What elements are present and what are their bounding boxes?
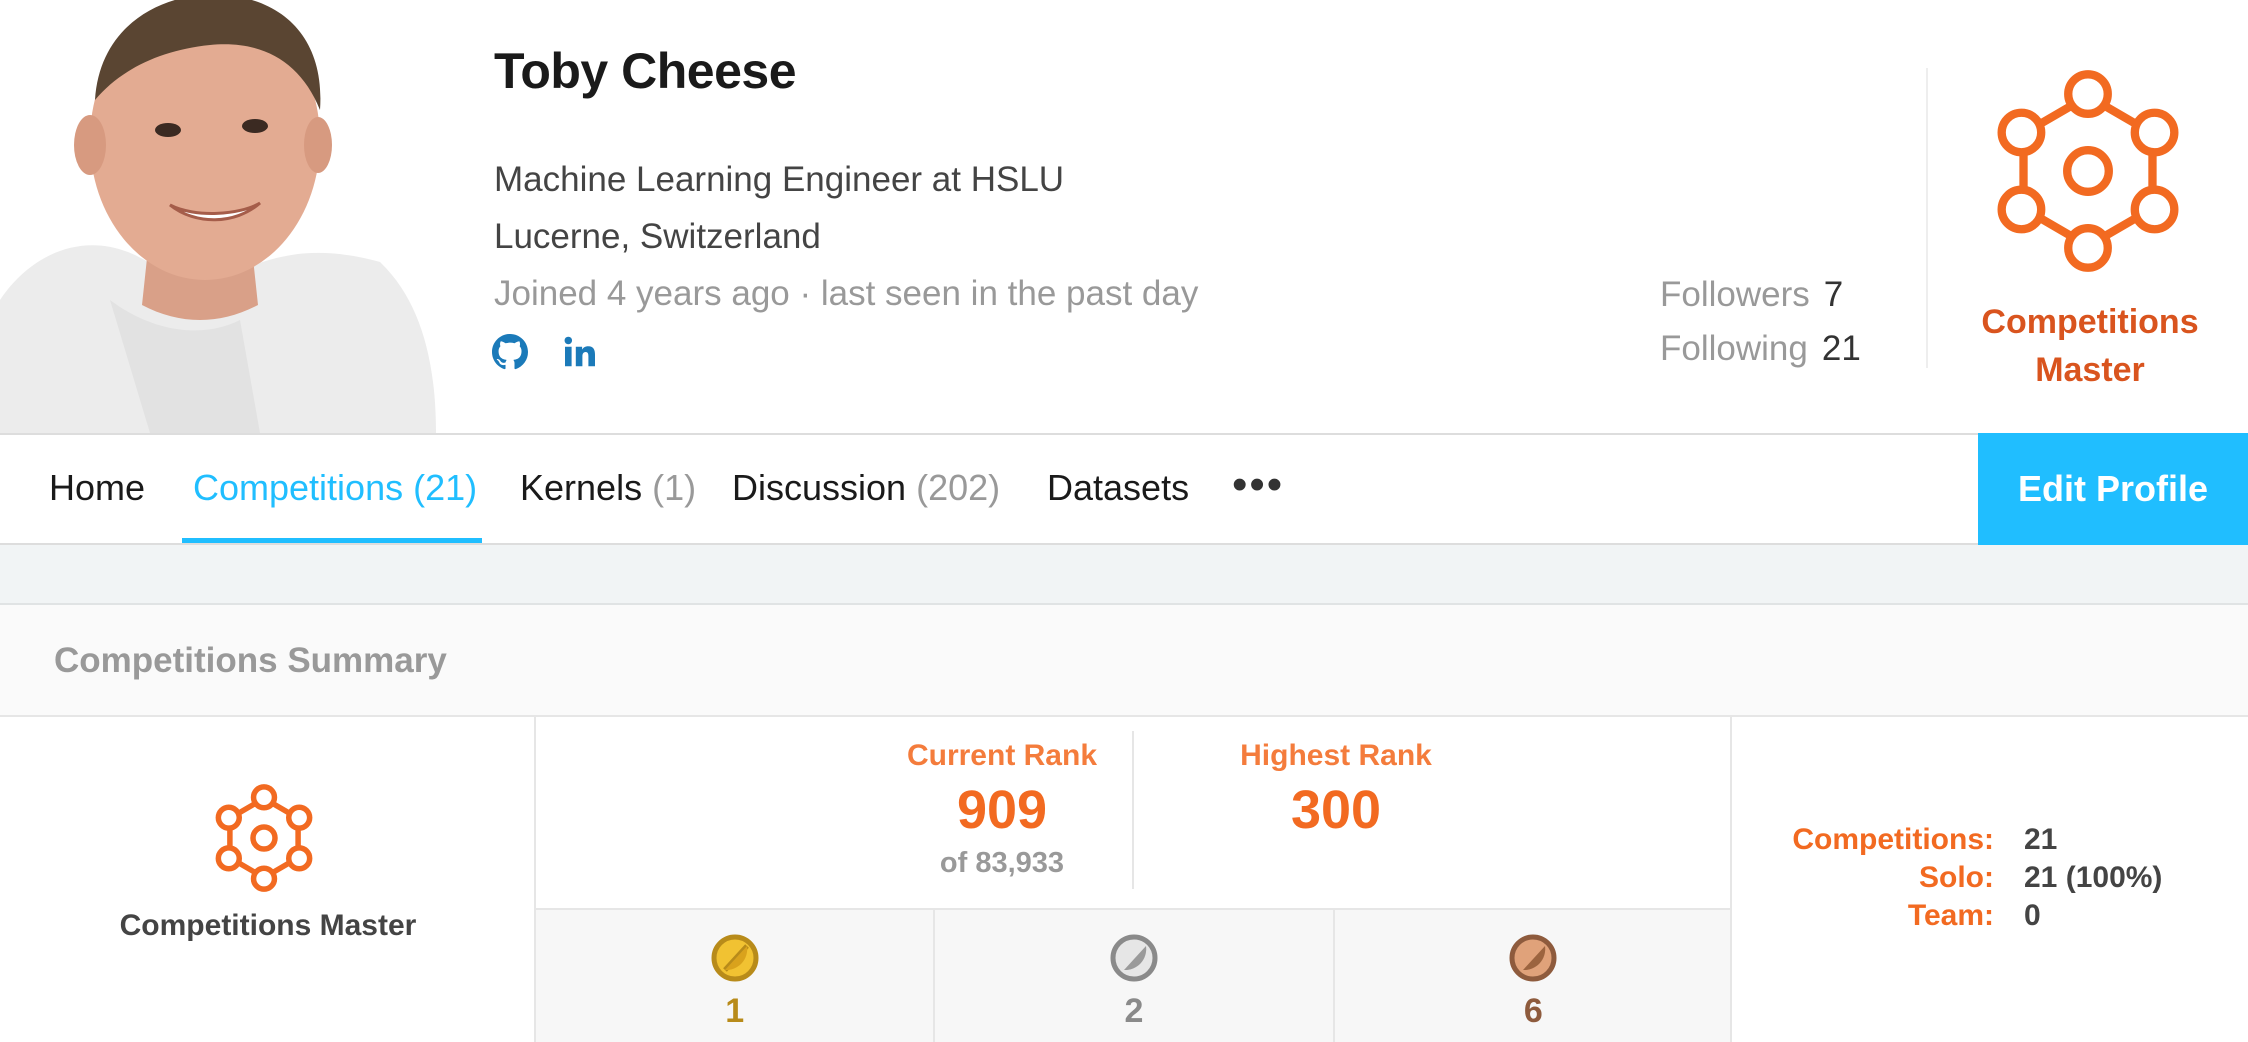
highest-rank-value: 300	[1290, 780, 1382, 840]
stat-value: 21	[2024, 823, 2058, 856]
profile-name: Toby Cheese	[494, 43, 797, 99]
header-divider	[1926, 68, 1928, 368]
profile-location: Lucerne, Switzerland	[494, 217, 821, 256]
highest-rank-label: Highest Rank	[1240, 739, 1432, 772]
tab-label: Home	[49, 467, 146, 508]
profile-header: Toby Cheese Machine Learning Engineer at…	[0, 0, 2248, 433]
tab-count: (1)	[652, 467, 697, 508]
tab-label: Datasets	[1047, 467, 1190, 508]
rank-divider	[1132, 731, 1134, 889]
following-row[interactable]: Following 21	[1660, 322, 1861, 376]
silver-medal-cell: 2	[935, 910, 1335, 1042]
competition-stats: Competitions: 21 Solo: 21 (100%) Team: 0	[1732, 821, 2248, 935]
tab-competitions[interactable]: Competitions (21)	[193, 435, 477, 543]
active-tab-indicator	[182, 538, 482, 543]
profile-occupation: Machine Learning Engineer at HSLU	[494, 160, 1065, 199]
avatar[interactable]	[0, 0, 436, 433]
tab-kernels[interactable]: Kernels (1)	[520, 435, 696, 543]
stat-value: 0	[2024, 899, 2041, 932]
summary-tier-label: Competitions Master	[119, 909, 417, 942]
summary-tier-panel: Competitions Master	[0, 717, 536, 1042]
profile-joined: Joined 4 years ago · last seen in the pa…	[494, 274, 1199, 313]
social-links	[492, 334, 598, 370]
stat-label: Competitions:	[1792, 823, 1994, 856]
tab-count: (202)	[916, 467, 1001, 508]
summary-title: Competitions Summary	[54, 641, 447, 680]
stat-label: Solo:	[1919, 861, 1994, 894]
bronze-medal-icon	[1509, 934, 1557, 982]
tab-discussion[interactable]: Discussion (202)	[732, 435, 1000, 543]
stat-competitions: Competitions: 21	[1732, 821, 2248, 859]
silver-medal-count: 2	[1124, 992, 1144, 1030]
content-spacer	[0, 545, 2248, 605]
tab-datasets[interactable]: Datasets	[1047, 435, 1189, 543]
followers-count: 7	[1823, 275, 1844, 314]
competitions-master-icon	[215, 784, 313, 892]
tab-label: Kernels	[520, 467, 643, 508]
gold-medal-icon	[711, 934, 759, 982]
followers-row[interactable]: Followers 7	[1660, 268, 1861, 322]
stat-label: Team:	[1907, 899, 1994, 932]
tab-label: Competitions	[193, 467, 404, 508]
profile-tabs: Home Competitions (21) Kernels (1) Discu…	[0, 433, 2248, 545]
summary-rank-panel: Current Rank 909 of 83,933 Highest Rank …	[536, 717, 1732, 1042]
followers-label: Followers	[1660, 275, 1810, 314]
current-rank-label: Current Rank	[906, 739, 1098, 772]
gold-medal-count: 1	[725, 992, 745, 1030]
stat-value: 21 (100%)	[2024, 861, 2163, 894]
stat-team: Team: 0	[1732, 897, 2248, 935]
tab-label: Discussion	[732, 467, 907, 508]
github-icon[interactable]	[492, 334, 528, 370]
tab-count: (21)	[413, 467, 478, 508]
bronze-medal-count: 6	[1523, 992, 1543, 1030]
summary-stats-panel: Competitions: 21 Solo: 21 (100%) Team: 0	[1730, 717, 2248, 1042]
gold-medal-cell: 1	[536, 910, 936, 1042]
follow-stats: Followers 7 Following 21	[1660, 268, 1861, 376]
tab-home[interactable]: Home	[49, 435, 145, 543]
rank-total: of 83,933	[939, 847, 1065, 879]
following-label: Following	[1660, 329, 1808, 368]
summary-header: Competitions Summary	[0, 605, 2248, 717]
highest-rank-block: Highest Rank 300	[1186, 739, 1486, 841]
linkedin-icon[interactable]	[562, 334, 598, 370]
competitions-master-icon	[1997, 70, 2179, 272]
current-rank-value: 909	[956, 780, 1048, 840]
stat-solo: Solo: 21 (100%)	[1732, 859, 2248, 897]
tier-label: Competitions Master	[1981, 303, 2199, 389]
medal-counts: 1 2 6	[536, 908, 1732, 1042]
more-tabs-button[interactable]: •••	[1232, 435, 1284, 543]
bronze-medal-cell: 6	[1335, 910, 1732, 1042]
following-count: 21	[1821, 329, 1861, 368]
current-rank-block: Current Rank 909 of 83,933	[852, 739, 1152, 880]
edit-profile-button[interactable]: Edit Profile	[1978, 433, 2248, 545]
silver-medal-icon	[1110, 934, 1158, 982]
